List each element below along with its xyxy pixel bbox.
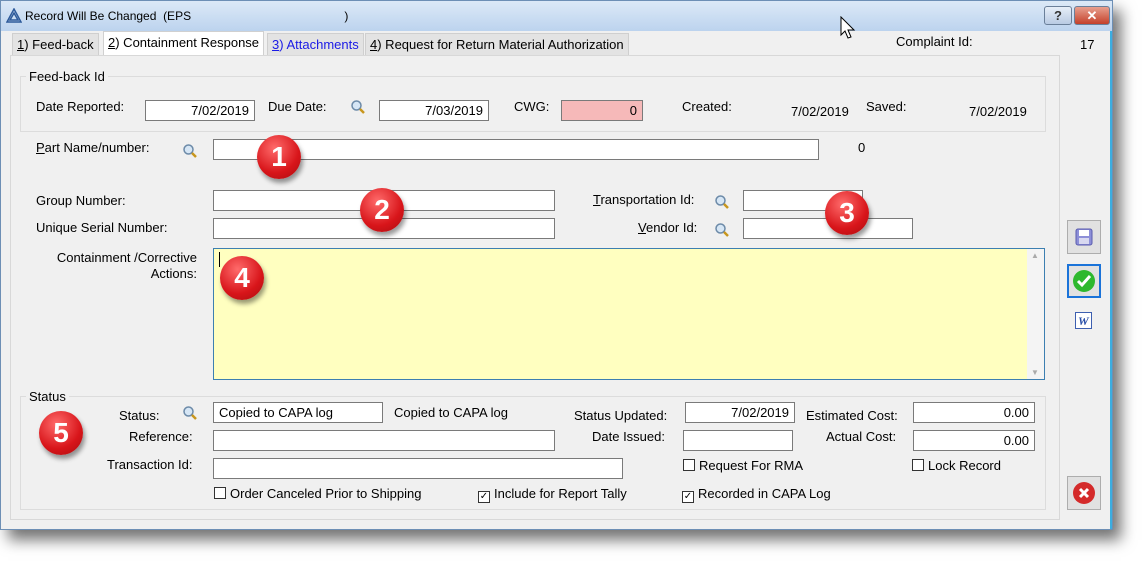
status-label: Status: bbox=[119, 408, 160, 423]
callout-badge-2: 2 bbox=[360, 188, 404, 232]
tab-rma[interactable]: 4) Request for Return Material Authoriza… bbox=[365, 33, 629, 55]
tab-containment-response[interactable]: 2) Containment Response bbox=[103, 31, 265, 56]
serial-number-label: Unique Serial Number: bbox=[36, 220, 168, 235]
cwg-input[interactable]: 0 bbox=[561, 100, 643, 121]
checkbox-label: Request For RMA bbox=[699, 458, 804, 473]
status-updated-input[interactable]: 7/02/2019 bbox=[685, 402, 795, 423]
scroll-down-icon[interactable]: ▼ bbox=[1031, 368, 1039, 377]
tab-label: ) Feed-back bbox=[24, 37, 94, 52]
ok-button[interactable] bbox=[1067, 264, 1101, 298]
estimated-cost-label: Estimated Cost: bbox=[806, 408, 898, 423]
text-cursor bbox=[219, 252, 220, 267]
callout-badge-3: 3 bbox=[825, 191, 869, 235]
due-date-label: Due Date: bbox=[268, 99, 327, 114]
record-window: Record Will Be Changed (EPS ) ? ✕ 1) Fee… bbox=[0, 0, 1113, 530]
label-text: ransportation Id: bbox=[600, 192, 695, 207]
callout-badge-1: 1 bbox=[257, 135, 301, 179]
checkbox-box[interactable] bbox=[683, 459, 695, 471]
lock-record-checkbox[interactable]: Lock Record bbox=[912, 458, 1001, 473]
reference-label: Reference: bbox=[129, 429, 193, 444]
date-reported-input[interactable]: 7/02/2019 bbox=[145, 100, 255, 121]
word-export-icon[interactable]: W bbox=[1075, 312, 1092, 329]
svg-text:W: W bbox=[1078, 314, 1090, 328]
actual-cost-label: Actual Cost: bbox=[826, 429, 897, 444]
saved-value: 7/02/2019 bbox=[969, 104, 1027, 119]
actions-textarea[interactable]: ▲ ▼ bbox=[213, 248, 1045, 380]
checkbox-box[interactable] bbox=[912, 459, 924, 471]
request-rma-checkbox[interactable]: Request For RMA bbox=[683, 458, 803, 473]
transaction-id-label: Transaction Id: bbox=[107, 457, 193, 472]
search-icon[interactable] bbox=[350, 99, 366, 115]
order-canceled-checkbox[interactable]: Order Canceled Prior to Shipping bbox=[214, 486, 422, 501]
actions-label-line2: Actions: bbox=[150, 266, 197, 281]
status-group-label: Status bbox=[26, 389, 69, 404]
tab-label: ) Attachments bbox=[279, 37, 359, 52]
status-description: Copied to CAPA log bbox=[394, 405, 508, 420]
cwg-label: CWG: bbox=[514, 99, 550, 114]
actual-cost-input[interactable]: 0.00 bbox=[913, 430, 1035, 451]
window-title: Record Will Be Changed (EPS ) bbox=[25, 9, 349, 23]
part-count: 0 bbox=[858, 140, 866, 155]
complaint-id-value: 17 bbox=[1080, 37, 1095, 52]
scroll-up-icon[interactable]: ▲ bbox=[1031, 251, 1039, 260]
saved-label: Saved: bbox=[866, 99, 907, 114]
app-logo-icon bbox=[6, 8, 22, 23]
actions-label-line1: Containment /Corrective bbox=[56, 250, 197, 265]
part-name-input[interactable] bbox=[213, 139, 819, 160]
callout-badge-5: 5 bbox=[39, 411, 83, 455]
created-value: 7/02/2019 bbox=[791, 104, 849, 119]
search-icon[interactable] bbox=[182, 143, 198, 159]
due-date-input[interactable]: 7/03/2019 bbox=[379, 100, 489, 121]
checkbox-label: Recorded in CAPA Log bbox=[698, 486, 831, 501]
title-bar: Record Will Be Changed (EPS ) ? ✕ bbox=[1, 1, 1112, 31]
date-issued-label: Date Issued: bbox=[592, 429, 665, 444]
callout-badge-4: 4 bbox=[220, 256, 264, 300]
save-button[interactable] bbox=[1067, 220, 1101, 254]
cancel-button[interactable] bbox=[1067, 476, 1101, 510]
estimated-cost-input[interactable]: 0.00 bbox=[913, 402, 1035, 423]
complaint-id-label: Complaint Id: bbox=[896, 34, 973, 49]
help-button[interactable]: ? bbox=[1044, 6, 1072, 25]
cancel-x-icon bbox=[1073, 482, 1095, 504]
window-edge bbox=[1110, 31, 1112, 529]
mouse-cursor-icon bbox=[840, 16, 856, 39]
scrollbar[interactable]: ▲ ▼ bbox=[1027, 249, 1044, 379]
tab-label: ) Request for Return Material Authorizat… bbox=[377, 37, 624, 52]
vendor-id-label: Vendor Id: bbox=[638, 220, 697, 235]
reference-input[interactable] bbox=[213, 430, 555, 451]
label-accel: P bbox=[36, 140, 45, 155]
tab-feedback[interactable]: 1) Feed-back bbox=[12, 33, 99, 55]
checkbox-label: Lock Record bbox=[928, 458, 1001, 473]
close-button[interactable]: ✕ bbox=[1074, 6, 1110, 25]
group-number-label: Group Number: bbox=[36, 193, 126, 208]
checkbox-label: Order Canceled Prior to Shipping bbox=[230, 486, 422, 501]
feedback-group-label: Feed-back Id bbox=[26, 69, 108, 84]
search-icon[interactable] bbox=[182, 405, 198, 421]
search-icon[interactable] bbox=[714, 222, 730, 238]
label-text: endor Id: bbox=[645, 220, 698, 235]
recorded-capa-checkbox[interactable]: ✓ Recorded in CAPA Log bbox=[682, 486, 831, 503]
tab-label: ) Containment Response bbox=[115, 35, 260, 50]
created-label: Created: bbox=[682, 99, 732, 114]
date-issued-input[interactable] bbox=[683, 430, 793, 451]
transaction-id-input[interactable] bbox=[213, 458, 623, 479]
checkbox-box[interactable] bbox=[214, 487, 226, 499]
checkmark-icon[interactable]: ✓ bbox=[478, 491, 490, 503]
status-input[interactable]: Copied to CAPA log bbox=[213, 402, 383, 423]
checkmark-circle-icon bbox=[1073, 270, 1095, 292]
label-text: art Name/number: bbox=[44, 140, 150, 155]
tab-attachments[interactable]: 3) Attachments bbox=[267, 33, 364, 55]
checkmark-icon[interactable]: ✓ bbox=[682, 491, 694, 503]
part-name-label: Part Name/number: bbox=[36, 140, 149, 155]
date-reported-label: Date Reported: bbox=[36, 99, 125, 114]
floppy-disk-icon bbox=[1075, 228, 1093, 246]
status-updated-label: Status Updated: bbox=[574, 408, 668, 423]
include-tally-checkbox[interactable]: ✓ Include for Report Tally bbox=[478, 486, 627, 503]
label-accel: V bbox=[638, 220, 646, 235]
search-icon[interactable] bbox=[714, 194, 730, 210]
transportation-id-label: Transportation Id: bbox=[593, 192, 694, 207]
checkbox-label: Include for Report Tally bbox=[494, 486, 627, 501]
